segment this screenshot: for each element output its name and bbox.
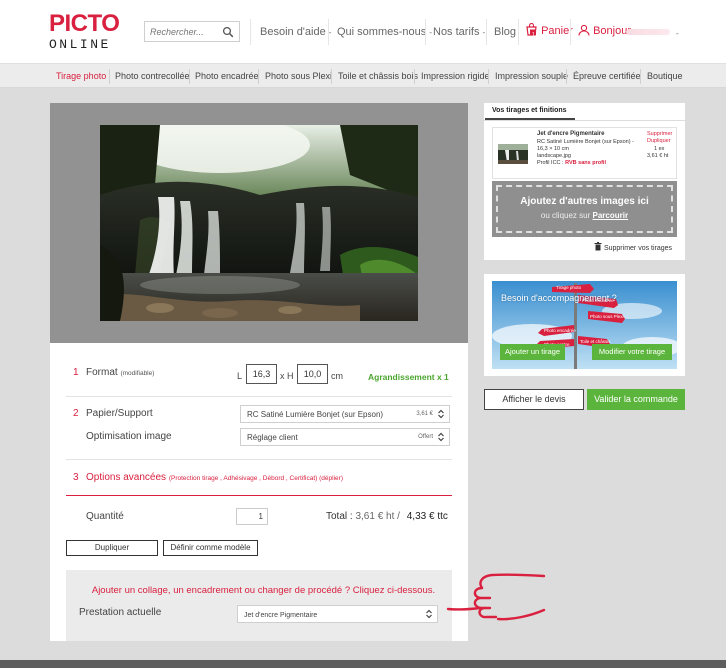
tirage-title: Jet d'encre Pigmentaire <box>537 131 605 137</box>
signpost-banner: Tirage photo Photo encadrée Photo sous P… <box>492 281 677 369</box>
trash-icon <box>594 242 602 251</box>
show-quote-button[interactable]: Afficher le devis <box>484 389 584 410</box>
nav-account[interactable]: Bonjour <box>578 24 631 38</box>
validate-order-button[interactable]: Valider la commande <box>587 389 685 410</box>
step-number-3: 3 <box>73 472 79 483</box>
prestation-select[interactable]: Jet d'encre Pigmentaire <box>237 605 438 623</box>
select-arrows-icon <box>438 409 444 419</box>
quantity-label: Quantité <box>86 511 124 522</box>
unit-label: cm <box>331 371 343 381</box>
order-panel: 1 Format (modifiable) L x H cm Agrandiss… <box>50 103 468 641</box>
tirage-thumbnail[interactable] <box>498 144 528 164</box>
format-label: Format (modifiable) <box>86 367 155 378</box>
height-input[interactable] <box>297 364 328 384</box>
paper-label: Papier/Support <box>86 408 153 419</box>
quantity-input[interactable] <box>236 508 268 525</box>
product-tab-toile[interactable]: Toile et châssis bois <box>338 71 418 82</box>
search-icon[interactable] <box>222 26 234 38</box>
drop-zone-title: Ajoutez d'autres images ici <box>520 196 649 207</box>
logo-online[interactable]: ONLINE <box>49 38 111 52</box>
user-name-redacted <box>626 29 670 35</box>
total-display: Total : 3,61 € ht / 4,33 € ttc <box>326 511 448 522</box>
prestation-section: Ajouter un collage, un encadrement ou ch… <box>66 570 452 641</box>
advanced-options-toggle[interactable]: Options avancées (Protection tirage , Ad… <box>86 472 343 485</box>
product-nav: Tirage photo Photo contrecollée Photo en… <box>0 63 726 88</box>
browse-link[interactable]: Parcourir <box>593 211 629 220</box>
collage-link[interactable]: Ajouter un collage, un encadrement ou ch… <box>91 585 436 597</box>
logo-picto[interactable]: PICTO <box>49 12 120 36</box>
image-drop-zone[interactable]: Ajoutez d'autres images ici ou cliquez s… <box>492 181 677 237</box>
width-label: L <box>237 371 243 381</box>
cart-count: 1 <box>532 32 535 38</box>
pointing-hand-icon <box>446 573 546 621</box>
tirages-tab[interactable]: Vos tirages et finitions <box>485 103 575 120</box>
product-tab-rigide[interactable]: Impression rigide <box>421 71 490 82</box>
height-label: x H <box>280 371 294 381</box>
duplicate-tirage-link[interactable]: Dupliquer <box>647 138 671 145</box>
accompaniment-title: Besoin d'accompagnement ? <box>501 293 617 303</box>
enlargement-label: Agrandissement x 1 <box>368 372 449 382</box>
width-input[interactable] <box>246 364 277 384</box>
nav-about[interactable]: Qui sommes-nous - <box>337 25 432 40</box>
paper-select[interactable]: RC Satiné Lumière Bonjet (sur Epson) 3,6… <box>240 405 450 423</box>
product-tab-encadree[interactable]: Photo encadrée <box>195 71 259 82</box>
product-tab-boutique[interactable]: Boutique <box>647 71 683 82</box>
photo-preview-area <box>50 103 468 343</box>
product-tab-certifiee[interactable]: Épreuve certifiée <box>573 71 641 82</box>
modify-tirage-button[interactable]: Modifier votre tirage <box>592 344 672 360</box>
site-header: PICTO ONLINE Besoin d'aide - Qui sommes-… <box>0 0 726 63</box>
duplicate-button[interactable]: Dupliquer <box>66 540 158 556</box>
delete-tirage-link[interactable]: Supprimer <box>647 131 672 138</box>
add-tirage-button[interactable]: Ajouter un tirage <box>500 344 565 360</box>
optimisation-select[interactable]: Réglage client Offert <box>240 428 450 446</box>
search-box <box>144 21 240 42</box>
nav-blog[interactable]: Blog <box>494 25 516 39</box>
accompaniment-panel: Tirage photo Photo encadrée Photo sous P… <box>484 274 685 376</box>
nav-help[interactable]: Besoin d'aide - <box>260 25 331 40</box>
tirage-item: Jet d'encre Pigmentaire RC Satiné Lumièr… <box>492 127 677 179</box>
select-arrows-icon <box>438 432 444 442</box>
nav-cart[interactable]: 1 Panier <box>525 22 573 38</box>
waterfall-photo <box>100 125 418 321</box>
product-tab-souple[interactable]: Impression souple <box>495 71 568 82</box>
product-tab-tirage-photo[interactable]: Tirage photo <box>56 71 106 82</box>
product-tab-contrecollee[interactable]: Photo contrecollée <box>115 71 190 82</box>
step-number-1: 1 <box>73 367 79 378</box>
search-input[interactable] <box>150 25 220 39</box>
step-number-2: 2 <box>73 408 79 419</box>
set-model-button[interactable]: Définir comme modèle <box>163 540 258 556</box>
nav-prices[interactable]: Nos tarifs - <box>433 25 485 40</box>
user-icon <box>578 24 590 36</box>
product-tab-plexi[interactable]: Photo sous Plexi <box>265 71 332 82</box>
delete-all-tirages[interactable]: Supprimer vos tirages <box>594 242 672 253</box>
optimisation-label: Optimisation image <box>86 431 172 442</box>
select-arrows-icon <box>426 609 432 619</box>
prestation-label: Prestation actuelle <box>79 607 162 618</box>
tirages-panel: Vos tirages et finitions Jet d'encre Pig… <box>484 103 685 260</box>
footer-bar <box>0 660 726 668</box>
